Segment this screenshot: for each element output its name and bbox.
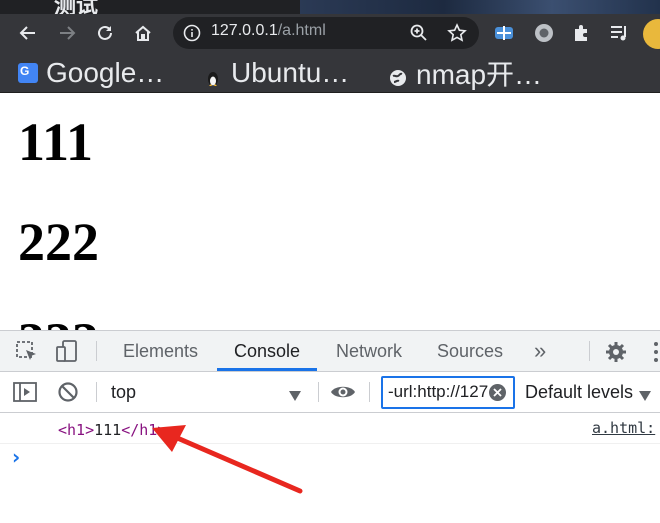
annotation-arrow <box>152 425 303 494</box>
